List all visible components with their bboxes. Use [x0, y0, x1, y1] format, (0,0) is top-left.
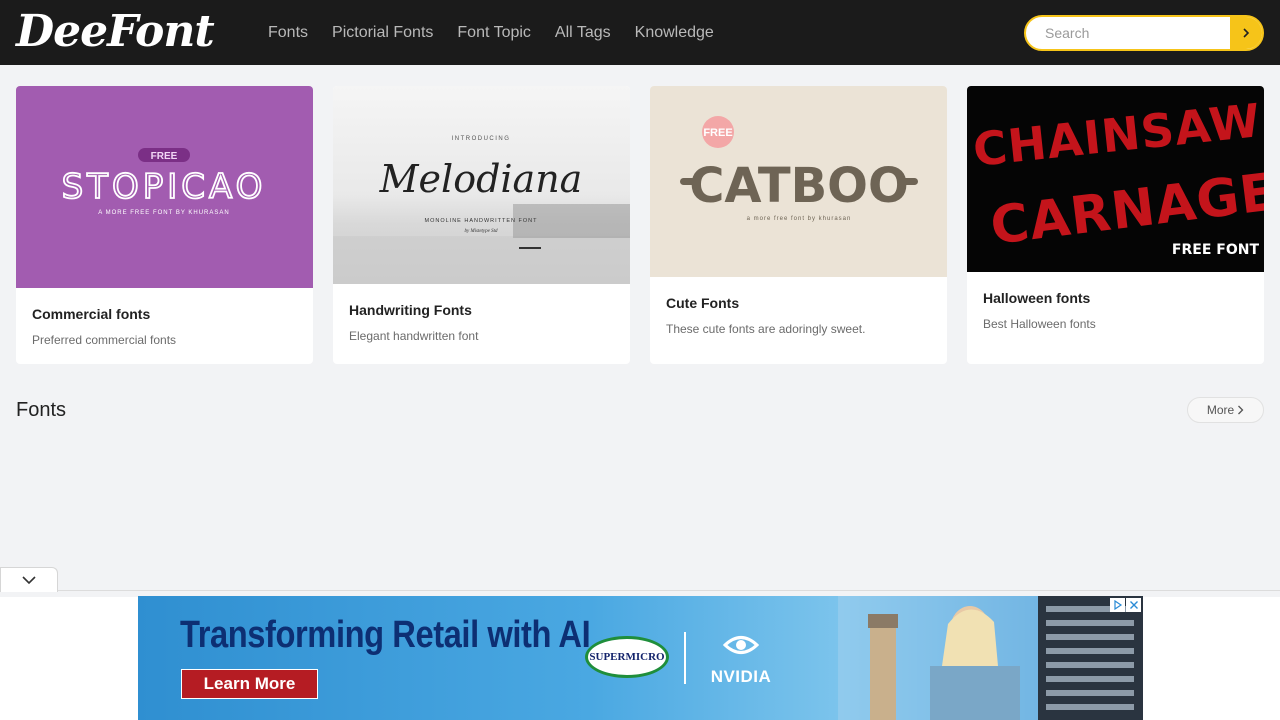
ad-headline: Transforming Retail with AI — [180, 614, 591, 656]
nav-knowledge[interactable]: Knowledge — [635, 24, 714, 42]
card-title[interactable]: Commercial fonts — [32, 306, 150, 322]
nav-font-topic[interactable]: Font Topic — [457, 24, 531, 42]
search-box — [1024, 15, 1264, 51]
free-font-badge: FREE FONT — [1172, 242, 1260, 258]
search-input[interactable] — [1026, 17, 1232, 49]
card-title[interactable]: Handwriting Fonts — [349, 302, 472, 318]
font-credit: by Mistetype Std — [464, 229, 498, 234]
chevron-right-icon — [1238, 405, 1244, 415]
card-title[interactable]: Cute Fonts — [666, 295, 739, 311]
card-description: These cute fonts are adoringly sweet. — [666, 322, 866, 336]
nav-pictorial-fonts[interactable]: Pictorial Fonts — [332, 24, 433, 42]
card-image[interactable]: FREE STOPICAO A MORE FREE FONT BY KHURAS… — [16, 86, 313, 288]
nvidia-wordmark: NVIDIA — [710, 667, 772, 686]
free-badge: FREE — [151, 151, 178, 162]
card-description: Preferred commercial fonts — [32, 333, 177, 347]
boat-icon — [519, 247, 541, 249]
supermicro-logo: SUPERMICRO — [585, 636, 669, 678]
card-title[interactable]: Halloween fonts — [983, 290, 1090, 306]
font-sample-line1: CHAINSAW — [971, 93, 1264, 177]
font-sample-text: CATBOO — [689, 158, 909, 214]
coat-on-rack — [870, 626, 896, 720]
top-header: DeeFont Fonts Pictorial Fonts Font Topic… — [0, 0, 1280, 65]
font-sample-text: Melodiana — [379, 157, 583, 201]
ad-collapse-button[interactable] — [0, 567, 58, 592]
ad-brand-divider — [684, 632, 686, 684]
more-label: More — [1206, 403, 1235, 417]
nav-fonts[interactable]: Fonts — [268, 24, 308, 42]
topic-card-cute[interactable]: FREE CATBOO a more free font by khurasan… — [650, 86, 947, 364]
more-button[interactable]: More — [1187, 397, 1264, 423]
font-sample-text: STOPICAO — [62, 167, 267, 207]
person-shirt — [930, 666, 1020, 720]
card-description: Best Halloween fonts — [983, 317, 1096, 331]
ad-dock-divider — [0, 590, 1280, 591]
topic-card-handwriting[interactable]: INTRODUCING Melodiana MONOLINE HANDWRITT… — [333, 86, 630, 364]
intro-text: INTRODUCING — [452, 136, 511, 142]
search-submit-button[interactable] — [1230, 17, 1262, 49]
server-rack — [1038, 596, 1143, 720]
font-sample-tagline: a more free font by khurasan — [747, 216, 852, 222]
ad-learn-more-button[interactable]: Learn More — [181, 669, 318, 699]
card-description: Elegant handwritten font — [349, 329, 479, 343]
card-image[interactable]: FREE CATBOO a more free font by khurasan — [650, 86, 947, 277]
card-image[interactable]: INTRODUCING Melodiana MONOLINE HANDWRITT… — [333, 86, 630, 284]
ad-photo — [838, 596, 1143, 720]
card-image[interactable]: CHAINSAW CARNAGE FREE FONT — [967, 86, 1264, 272]
lake-water — [333, 236, 630, 284]
chevron-down-icon — [22, 576, 36, 585]
ad-close-button[interactable] — [1126, 598, 1141, 612]
font-sample-tagline: MONOLINE HANDWRITTEN FONT — [425, 218, 538, 224]
ad-info-icon[interactable] — [1110, 598, 1125, 612]
play-triangle-icon — [1113, 600, 1122, 610]
free-badge: FREE — [703, 127, 732, 139]
section-title-fonts: Fonts — [16, 399, 67, 421]
font-sample-tagline: A MORE FREE FONT BY KHURASAN — [98, 210, 229, 216]
nvidia-logo: NVIDIA — [704, 632, 778, 686]
main-nav: Fonts Pictorial Fonts Font Topic All Tag… — [268, 0, 738, 65]
topic-card-commercial[interactable]: FREE STOPICAO A MORE FREE FONT BY KHURAS… — [16, 86, 313, 364]
site-logo[interactable]: DeeFont — [16, 6, 215, 58]
chevron-right-icon — [1243, 28, 1250, 38]
nvidia-eye-icon — [722, 636, 760, 654]
nav-all-tags[interactable]: All Tags — [555, 24, 611, 42]
ad-banner[interactable]: Transforming Retail with AI Learn More S… — [138, 596, 1143, 720]
close-icon — [1129, 601, 1138, 609]
topic-card-halloween[interactable]: CHAINSAW CARNAGE FREE FONT Halloween fon… — [967, 86, 1264, 364]
